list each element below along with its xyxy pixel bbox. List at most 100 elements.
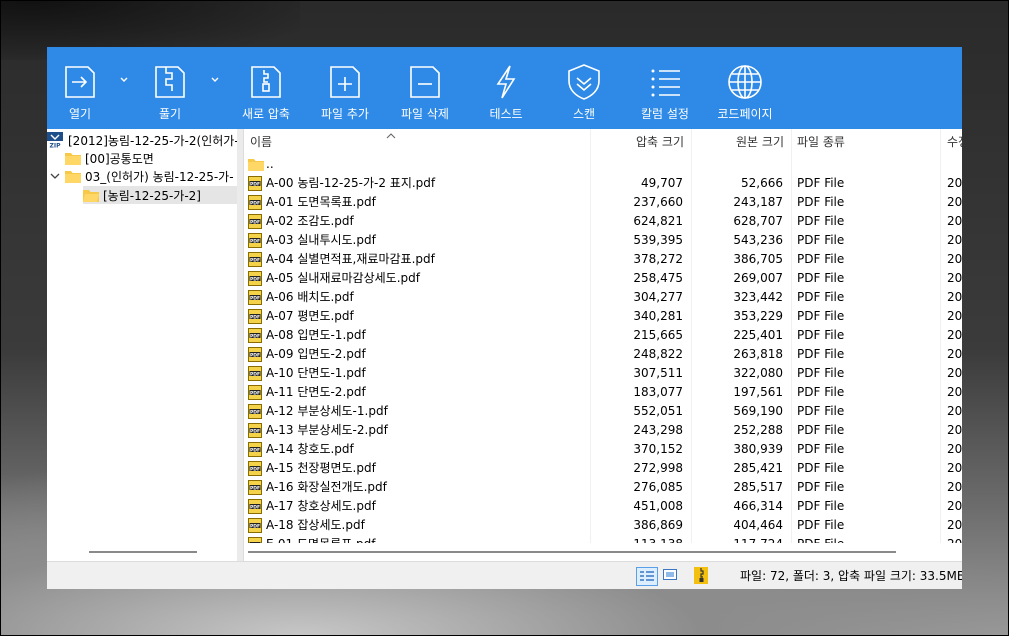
- open-button[interactable]: 열기: [60, 47, 100, 129]
- column-header-name[interactable]: 이름: [250, 129, 272, 155]
- svg-text:PDF: PDF: [250, 504, 260, 510]
- thumbnail-view-icon[interactable]: [663, 569, 677, 583]
- packed-size: 307,511: [633, 366, 683, 380]
- toolbar: 열기 풀기 새로 압축 파일 추가 파일 삭제 테스트 스캔 칼럼 설정 코드페…: [47, 47, 962, 129]
- file-type: PDF File: [797, 518, 845, 532]
- add-files-button[interactable]: 파일 추가: [317, 47, 373, 129]
- details-view-icon[interactable]: [636, 567, 658, 586]
- table-row[interactable]: PDF A-00 농림-12-25-가-2 표지.pdf 49,707 52,666 P…: [244, 174, 962, 193]
- svg-text:PDF: PDF: [250, 295, 260, 301]
- packed-size: 237,660: [633, 195, 683, 209]
- delete-files-button[interactable]: 파일 삭제: [397, 47, 453, 129]
- modified-date: 2019-12-17: [947, 290, 962, 304]
- original-size: 628,707: [733, 214, 783, 228]
- column-header-packed[interactable]: 압축 크기: [594, 129, 684, 155]
- table-row[interactable]: PDF A-12 부분상세도-1.pdf 552,051 569,190 PDF Fil…: [244, 402, 962, 421]
- original-size: 404,464: [733, 518, 783, 532]
- table-row[interactable]: PDF A-01 도면목록표.pdf 237,660 243,187 PDF File 2…: [244, 193, 962, 212]
- modified-date: 2019-12-17: [947, 309, 962, 323]
- tree-horizontal-scrollbar[interactable]: [47, 543, 237, 561]
- table-row[interactable]: PDF A-15 천장평면도.pdf 272,998 285,421 PDF File 2…: [244, 459, 962, 478]
- svg-text:PDF: PDF: [250, 314, 260, 320]
- table-row[interactable]: PDF A-11 단면도-2.pdf 183,077 197,561 PDF File 2…: [244, 383, 962, 402]
- table-row[interactable]: PDF A-14 창호도.pdf 370,152 380,939 PDF File 201…: [244, 440, 962, 459]
- packed-size: 370,152: [633, 442, 683, 456]
- chevron-down-icon[interactable]: [49, 170, 61, 182]
- file-name: A-11 단면도-2.pdf: [266, 385, 366, 399]
- column-header-type[interactable]: 파일 종류: [797, 129, 845, 155]
- packed-size: 624,821: [633, 214, 683, 228]
- tree-scroll-thumb[interactable]: [89, 551, 197, 553]
- parent-folder-row[interactable]: ..: [244, 155, 962, 174]
- svg-text:PDF: PDF: [250, 447, 260, 453]
- column-header-size[interactable]: 원본 크기: [694, 129, 784, 155]
- file-name: A-09 입면도-2.pdf: [266, 347, 366, 361]
- add-file-icon: [325, 63, 365, 101]
- table-row[interactable]: PDF A-18 잡상세도.pdf 386,869 404,464 PDF File 20…: [244, 516, 962, 535]
- tree-item-selected[interactable]: [농림-12-25-가-2]: [83, 186, 237, 204]
- file-type: PDF File: [797, 309, 845, 323]
- svg-text:PDF: PDF: [250, 352, 260, 358]
- list-horizontal-scrollbar[interactable]: [244, 543, 962, 561]
- original-size: 269,007: [733, 271, 783, 285]
- original-size: 52,666: [741, 176, 783, 190]
- table-row[interactable]: PDF A-06 배치도.pdf 304,277 323,442 PDF File 201…: [244, 288, 962, 307]
- svg-text:PDF: PDF: [250, 200, 260, 206]
- extract-dropdown-icon[interactable]: [209, 74, 221, 86]
- svg-text:PDF: PDF: [250, 181, 260, 187]
- modified-date: 2019-12-17: [947, 366, 962, 380]
- pane-splitter[interactable]: [237, 129, 244, 561]
- tree-item-archive[interactable]: ZIP [2012]농림-12-25-가-2(인허가-: [47, 131, 239, 150]
- table-row[interactable]: PDF A-08 입면도-1.pdf 215,665 225,401 PDF File 2…: [244, 326, 962, 345]
- file-list: 이름 압축 크기 원본 크기 파일 종류 수정한 날짜 .. PDF A-00 농…: [244, 129, 962, 561]
- zip-icon: ZIP: [47, 132, 63, 150]
- svg-text:PDF: PDF: [250, 485, 260, 491]
- file-name: A-15 천장평면도.pdf: [266, 461, 376, 475]
- folder-icon: [248, 158, 264, 174]
- new-archive-button[interactable]: 새로 압축: [237, 47, 295, 129]
- table-row[interactable]: PDF A-04 실별면적표,재료마감표.pdf 378,272 386,705 PDF…: [244, 250, 962, 269]
- svg-text:PDF: PDF: [250, 371, 260, 377]
- archive-window: 열기 풀기 새로 압축 파일 추가 파일 삭제 테스트 스캔 칼럼 설정 코드페…: [47, 47, 962, 589]
- pdf-file-icon: PDF: [248, 195, 262, 210]
- pdf-file-icon: PDF: [248, 214, 262, 229]
- list-scroll-thumb[interactable]: [248, 551, 896, 553]
- packed-size: 183,077: [633, 385, 683, 399]
- scan-button[interactable]: 스캔: [563, 47, 605, 129]
- zipper-icon: [150, 63, 190, 101]
- table-row[interactable]: PDF A-17 창호상세도.pdf 451,008 466,314 PDF File 2…: [244, 497, 962, 516]
- table-row[interactable]: PDF A-16 화장실전개도.pdf 276,085 285,517 PDF File…: [244, 478, 962, 497]
- table-row[interactable]: PDF A-09 입면도-2.pdf 248,822 263,818 PDF File 2…: [244, 345, 962, 364]
- svg-text:PDF: PDF: [250, 276, 260, 282]
- modified-date: 2019-12-17: [947, 404, 962, 418]
- open-dropdown-icon[interactable]: [118, 74, 130, 86]
- file-name: A-16 화장실전개도.pdf: [266, 480, 387, 494]
- columns-settings-button[interactable]: 칼럼 설정: [637, 47, 693, 129]
- extract-button[interactable]: 풀기: [150, 47, 190, 129]
- modified-date: 2019-12-17: [947, 442, 962, 456]
- file-type: PDF File: [797, 461, 845, 475]
- file-type: PDF File: [797, 385, 845, 399]
- pdf-file-icon: PDF: [248, 176, 262, 191]
- test-button[interactable]: 테스트: [484, 47, 528, 129]
- table-row[interactable]: PDF A-07 평면도.pdf 340,281 353,229 PDF File 201…: [244, 307, 962, 326]
- column-header-date[interactable]: 수정한 날짜: [947, 129, 962, 155]
- packed-size: 340,281: [633, 309, 683, 323]
- table-row[interactable]: PDF A-03 실내투시도.pdf 539,395 543,236 PDF File 2…: [244, 231, 962, 250]
- list-icon: [645, 63, 685, 101]
- original-size: 386,705: [733, 252, 783, 266]
- svg-text:PDF: PDF: [250, 428, 260, 434]
- file-type: PDF File: [797, 442, 845, 456]
- table-row[interactable]: PDF A-05 실내재료마감상세도.pdf 258,475 269,007 PDF F…: [244, 269, 962, 288]
- modified-date: 2019-12-17: [947, 423, 962, 437]
- codepage-button[interactable]: 코드페이지: [714, 47, 776, 129]
- shield-icon: [564, 63, 604, 101]
- table-row[interactable]: PDF A-10 단면도-1.pdf 307,511 322,080 PDF File 2…: [244, 364, 962, 383]
- file-name: A-17 창호상세도.pdf: [266, 499, 376, 513]
- table-row[interactable]: PDF A-02 조감도.pdf 624,821 628,707 PDF File 201…: [244, 212, 962, 231]
- table-row[interactable]: PDF A-13 부분상세도-2.pdf 243,298 252,288 PDF Fil…: [244, 421, 962, 440]
- original-size: 323,442: [733, 290, 783, 304]
- original-size: 466,314: [733, 499, 783, 513]
- tree-item-common[interactable]: [00]공통도면: [65, 149, 154, 167]
- tree-item-permit[interactable]: 03_(인허가) 농림-12-25-가-: [49, 167, 234, 185]
